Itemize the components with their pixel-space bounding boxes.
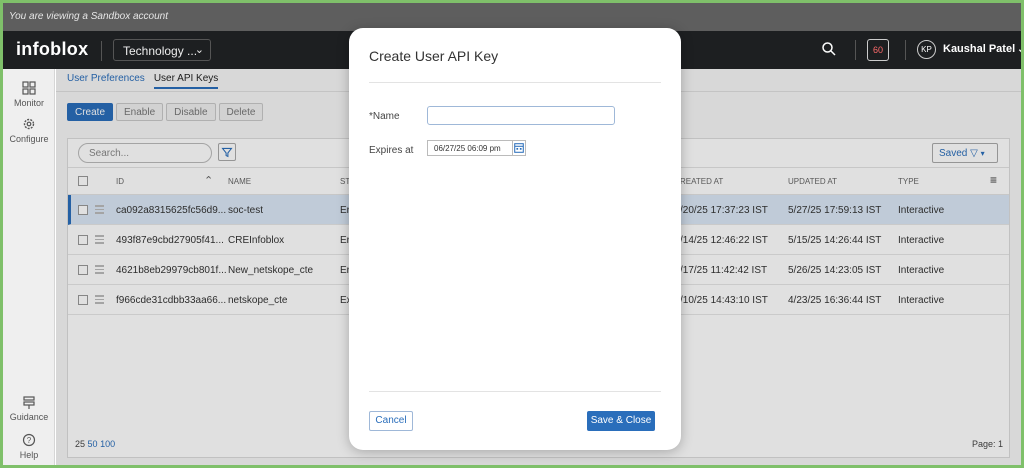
avatar[interactable]: KP <box>917 40 936 59</box>
cancel-button[interactable]: Cancel <box>369 411 413 431</box>
nav-configure[interactable]: Configure <box>3 117 55 144</box>
tenant-selector[interactable]: Technology ... ⌄ <box>113 39 211 61</box>
chevron-down-icon: ⌄ <box>194 44 204 56</box>
grid-icon <box>22 81 36 95</box>
notifications-badge[interactable]: 60 <box>867 39 889 61</box>
dialog-title: Create User API Key <box>369 48 499 64</box>
app-frame: You are viewing a Sandbox account infobl… <box>0 0 1024 468</box>
nav-configure-label: Configure <box>9 134 49 144</box>
name-label: *Name <box>369 111 400 122</box>
create-api-key-dialog: Create User API Key *Name Expires at 06/… <box>349 28 681 450</box>
calendar-icon[interactable] <box>512 140 526 156</box>
user-name: Kaushal Patel <box>943 43 1016 55</box>
sandbox-banner: You are viewing a Sandbox account <box>3 3 1021 31</box>
divider <box>369 391 661 392</box>
gear-icon <box>23 118 35 130</box>
nav-help[interactable]: ? Help <box>3 433 55 460</box>
expires-label: Expires at <box>369 145 414 156</box>
user-menu[interactable]: Kaushal Patel⌄ <box>943 43 1021 55</box>
divider <box>369 82 661 83</box>
name-field[interactable] <box>427 106 615 125</box>
divider <box>905 40 906 60</box>
save-close-button[interactable]: Save & Close <box>587 411 655 431</box>
nav-guidance-label: Guidance <box>9 412 49 422</box>
divider <box>101 41 102 61</box>
nav-help-label: Help <box>19 450 39 460</box>
signpost-icon <box>23 396 35 409</box>
divider <box>855 40 856 60</box>
chevron-down-icon: ⌄ <box>1017 44 1021 55</box>
svg-text:?: ? <box>27 436 32 445</box>
tenant-label: Technology ... <box>123 44 198 58</box>
expires-date-field[interactable]: 06/27/25 06:09 pm <box>427 140 513 156</box>
infoblox-logo[interactable]: infoblox <box>16 39 88 60</box>
nav-monitor-label: Monitor <box>13 98 44 108</box>
search-icon[interactable] <box>821 40 837 58</box>
nav-monitor[interactable]: Monitor <box>3 81 55 108</box>
help-icon: ? <box>22 433 36 447</box>
nav-guidance[interactable]: Guidance <box>3 395 55 422</box>
left-nav: Monitor Configure Guidance ? Help <box>3 69 55 465</box>
